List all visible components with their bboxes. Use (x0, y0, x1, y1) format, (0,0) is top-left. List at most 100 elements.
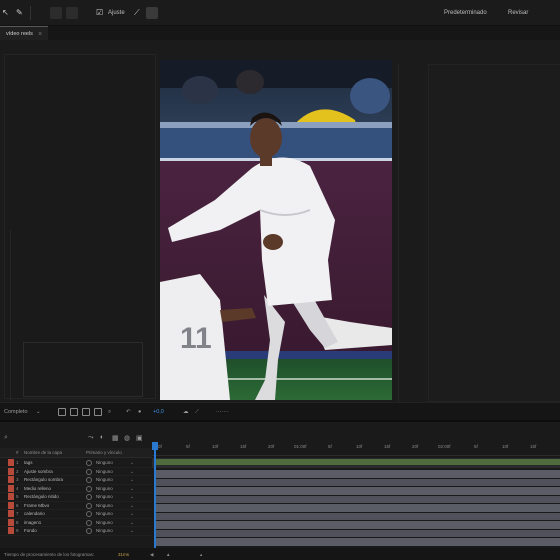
layer-row[interactable]: 3 Rectángulo sombra Ninguno ⌄ (0, 476, 152, 485)
layer-name[interactable]: Rectángulo nitido (24, 493, 59, 501)
layer-row[interactable]: 5 Rectángulo nitido Ninguno ⌄ (0, 493, 152, 502)
shape-tool-button[interactable] (50, 7, 62, 19)
fast-previews-icon[interactable]: ☁ (183, 407, 189, 417)
parent-select[interactable]: Ninguno (96, 485, 113, 493)
video-frame[interactable]: 11 (160, 60, 392, 400)
layer-duration-bar[interactable] (156, 470, 560, 479)
playhead[interactable] (152, 442, 158, 548)
layer-row[interactable]: 2 Ajuste sombra Ninguno ⌄ (0, 467, 152, 476)
layer-duration-bar[interactable] (156, 512, 560, 521)
layer-name[interactable]: Ajuste sombra (24, 468, 53, 476)
search-icon[interactable]: ⌕ (4, 434, 8, 442)
composition-flowchart-icon[interactable]: ⤳ (88, 434, 94, 442)
pick-whip-icon[interactable] (86, 485, 92, 492)
parent-select[interactable]: Ninguno (96, 459, 113, 467)
chevron-down-icon[interactable]: ⌄ (130, 502, 134, 510)
work-area-range[interactable] (156, 459, 560, 465)
parent-select[interactable]: Ninguno (96, 493, 113, 501)
layer-duration-bar[interactable] (156, 478, 560, 487)
mask-toggle-icon[interactable] (70, 408, 78, 416)
parent-select[interactable]: Ninguno (96, 519, 113, 527)
layer-row[interactable]: 8 imagen1 Ninguno ⌄ (0, 518, 152, 527)
label-color[interactable] (8, 510, 14, 517)
layer-name[interactable]: calendario (24, 510, 45, 518)
region-of-interest-icon[interactable] (94, 408, 102, 416)
label-color[interactable] (8, 527, 14, 534)
layer-duration-bar[interactable] (156, 538, 560, 547)
label-color[interactable] (8, 459, 14, 466)
layer-row[interactable]: 6 Frame Mbvo Ninguno ⌄ (0, 501, 152, 510)
label-color[interactable] (8, 493, 14, 500)
pick-whip-icon[interactable] (86, 528, 92, 534)
grid-toggle-icon[interactable] (58, 408, 66, 416)
snapshot-icon[interactable]: ⌕ (108, 407, 111, 417)
label-color[interactable] (8, 476, 14, 483)
layer-name[interactable]: Frame Mbvo (24, 502, 49, 510)
transparency-grid-icon[interactable] (82, 408, 90, 416)
snap-checkbox-icon[interactable]: ☑ (96, 7, 103, 19)
layer-row[interactable]: 4 Medio relleno Ninguno ⌄ (0, 484, 152, 493)
pick-whip-icon[interactable] (86, 468, 92, 475)
pick-whip-icon[interactable] (86, 460, 92, 466)
motion-blur-icon[interactable]: ◍ (124, 434, 130, 442)
align-tool-button[interactable] (66, 7, 78, 19)
layer-duration-bar[interactable] (156, 487, 560, 496)
chevron-down-icon[interactable]: ⌄ (130, 510, 134, 518)
reset-exposure-icon[interactable]: ↶ (126, 407, 131, 417)
layer-name[interactable]: Fondo (24, 527, 37, 535)
label-color[interactable] (8, 518, 14, 526)
close-tab-icon[interactable]: ≡ (38, 31, 41, 37)
layer-name[interactable]: imagen1 (24, 519, 41, 527)
parent-select[interactable]: Ninguno (96, 527, 113, 535)
chevron-down-icon[interactable]: ⌄ (130, 527, 134, 535)
pin-tool-icon[interactable]: ✎ (16, 7, 23, 19)
layer-name[interactable]: tags (24, 459, 33, 467)
workspace-tab-review[interactable]: Revisar (508, 7, 528, 19)
pick-whip-icon[interactable] (86, 519, 92, 526)
pick-whip-icon[interactable] (86, 502, 92, 509)
pick-whip-icon[interactable] (86, 494, 92, 500)
pick-whip-icon[interactable] (86, 511, 92, 517)
time-ruler[interactable]: 0f 5f 10f 15f 20f 01:00f 5f 10f 15f 20f … (152, 442, 560, 456)
work-area-bar[interactable] (152, 458, 560, 468)
render-icon[interactable]: ⟋ (195, 407, 199, 417)
chevron-down-icon[interactable]: ⌄ (130, 493, 134, 501)
label-color[interactable] (8, 467, 14, 475)
layer-name[interactable]: Medio relleno (24, 485, 51, 493)
layer-duration-bar[interactable] (156, 495, 560, 504)
toggle-switches-icon[interactable]: ◀ (150, 551, 153, 559)
chevron-down-icon[interactable]: ⌄ (130, 476, 134, 484)
parent-select[interactable]: Ninguno (96, 468, 113, 476)
layer-row[interactable]: 9 Fondo Ninguno ⌄ (0, 527, 152, 536)
parent-select[interactable]: Ninguno (96, 502, 113, 510)
label-color[interactable] (8, 501, 14, 509)
tab-composition[interactable]: vídeo reels ≡ (0, 26, 48, 40)
magnification-dropdown[interactable]: Completo (4, 407, 28, 417)
shy-layers-icon[interactable]: ◐ (100, 434, 104, 441)
chevron-down-icon[interactable]: ⌄ (130, 485, 134, 493)
layer-duration-bar[interactable] (156, 504, 560, 513)
zoom-out-icon[interactable]: ▲ (166, 551, 170, 559)
workspace-tab-default[interactable]: Predeterminado (444, 7, 487, 19)
pick-whip-icon[interactable] (86, 477, 92, 483)
layer-duration-bar[interactable] (156, 521, 560, 530)
chevron-down-icon[interactable]: ⌄ (130, 468, 134, 476)
selection-tool-icon[interactable]: ↖ (2, 7, 9, 19)
label-color[interactable] (8, 484, 14, 492)
magnification-chevron-icon[interactable]: ⌄ (36, 407, 41, 417)
parent-select[interactable]: Ninguno (96, 510, 113, 518)
frame-blending-icon[interactable]: ▦ (112, 434, 119, 442)
graph-editor-icon[interactable]: ▣ (136, 434, 143, 442)
layer-duration-bar[interactable] (156, 529, 560, 538)
show-channel-icon[interactable]: ● (138, 407, 141, 417)
layer-row[interactable]: 1 tags Ninguno ⌄ (0, 459, 152, 468)
snap-button[interactable] (146, 7, 158, 19)
layer-name[interactable]: Rectángulo sombra (24, 476, 63, 484)
chevron-down-icon[interactable]: ⌄ (130, 459, 134, 467)
snap-options-icon[interactable]: ⟋ (134, 7, 140, 19)
exposure-value[interactable]: +0,0 (153, 407, 164, 417)
chevron-down-icon[interactable]: ⌄ (130, 519, 134, 527)
active-camera-dropdown[interactable]: ······· (216, 407, 229, 417)
parent-select[interactable]: Ninguno (96, 476, 113, 484)
zoom-in-icon[interactable]: ▴ (200, 551, 202, 559)
